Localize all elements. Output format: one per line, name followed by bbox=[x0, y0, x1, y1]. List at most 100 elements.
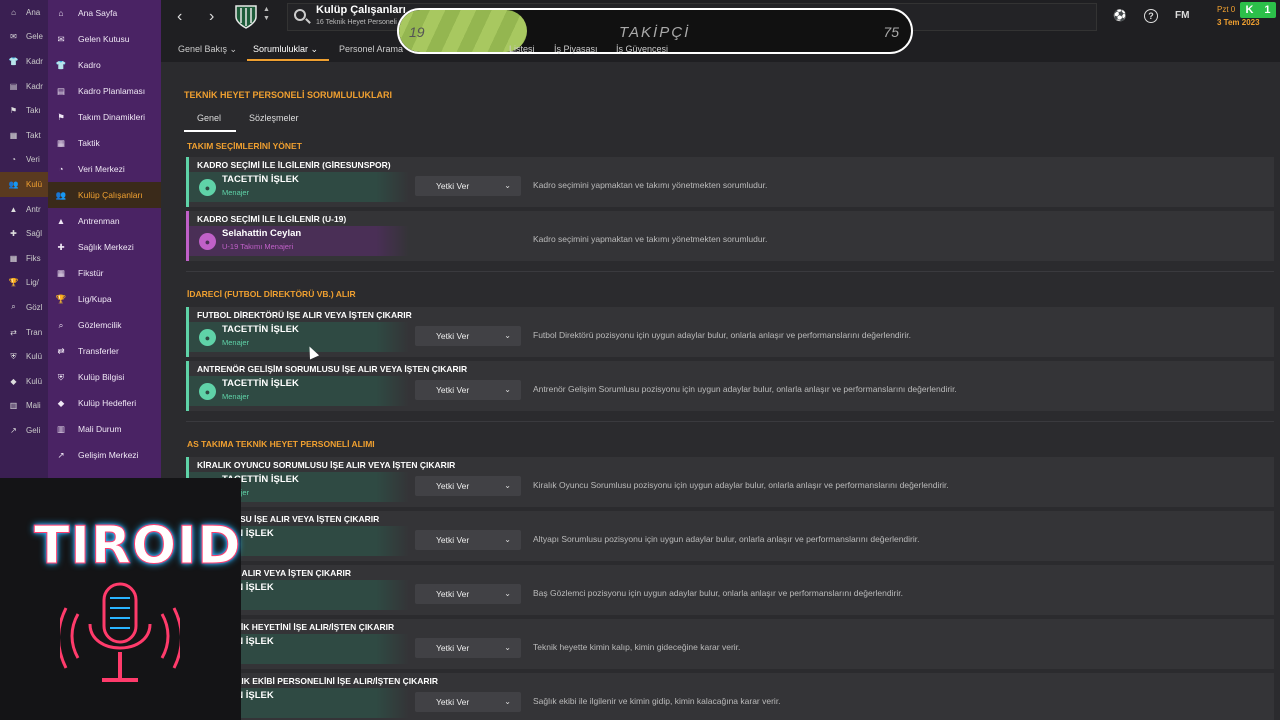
delegate-dropdown[interactable]: Yetki Ver ⌄ bbox=[415, 692, 521, 712]
strip-item[interactable]: ▥ Mali bbox=[0, 394, 48, 419]
staff-role: Menajer bbox=[222, 338, 250, 347]
responsibility-row[interactable]: LEMCİ İŞE ALIR VEYA İŞTEN ÇIKARIR●TTİN İ… bbox=[186, 565, 1280, 615]
row-description: Sağlık ekibi ile ilgilenir ve kimin gidi… bbox=[533, 696, 781, 706]
staff-chip[interactable]: ● TACETTİN İŞLEK Menajer bbox=[189, 376, 409, 406]
delegate-dropdown[interactable]: Yetki Ver ⌄ bbox=[415, 638, 521, 658]
delegate-dropdown[interactable]: Yetki Ver ⌄ bbox=[415, 584, 521, 604]
tab[interactable]: Sorumluluklar ⌄ bbox=[253, 44, 318, 55]
strip-item[interactable]: ✚ Sağl bbox=[0, 221, 48, 246]
sidebar-item[interactable]: ⌂ Ana Sayfa bbox=[48, 0, 161, 26]
back-button[interactable]: ‹ bbox=[177, 8, 182, 26]
tab[interactable]: İş Piyasası bbox=[554, 44, 598, 54]
sidebar-item[interactable]: ✉ Gelen Kutusu bbox=[48, 26, 161, 52]
microphone-icon bbox=[60, 582, 180, 682]
staff-name[interactable]: TACETTİN İŞLEK bbox=[222, 324, 299, 335]
responsibility-row[interactable]: KADRO SEÇİMİ İLE İLGİLENİR (GİRESUNSPOR)… bbox=[186, 157, 1280, 207]
subtab-genel[interactable]: Genel bbox=[197, 113, 221, 123]
tab[interactable]: Genel Bakış ⌄ bbox=[178, 44, 237, 55]
tab[interactable]: İş Güvencesi bbox=[616, 44, 668, 54]
delegate-dropdown[interactable]: Yetki Ver ⌄ bbox=[415, 380, 521, 400]
fm-logo[interactable]: FM bbox=[1175, 10, 1189, 21]
delegate-dropdown[interactable]: Yetki Ver ⌄ bbox=[415, 176, 521, 196]
strip-item[interactable]: 👕 Kadr bbox=[0, 49, 48, 74]
club-crest-icon[interactable] bbox=[233, 3, 259, 29]
sidebar-item[interactable]: 👥 Kulüp Çalışanları bbox=[48, 182, 161, 208]
training-icon: ▲ bbox=[56, 216, 66, 226]
strip-item[interactable]: ⇄ Tran bbox=[0, 320, 48, 345]
staff-chip[interactable]: ● TACETTİN İŞLEK Menajer bbox=[189, 172, 409, 202]
strip-item[interactable]: 👥 Kulü bbox=[0, 172, 48, 197]
sidebar-item-label: Kulüp Çalışanları bbox=[78, 190, 143, 200]
strip-item[interactable]: ▲ Antr bbox=[0, 197, 48, 222]
sidebar-item[interactable]: ▤ Kadro Planlaması bbox=[48, 78, 161, 104]
sidebar-item[interactable]: ✚ Sağlık Merkezi bbox=[48, 234, 161, 260]
row-title: KADRO SEÇİMİ İLE İLGİLENİR (GİRESUNSPOR) bbox=[197, 160, 391, 170]
delegate-dropdown[interactable]: Yetki Ver ⌄ bbox=[415, 326, 521, 346]
staff-chip[interactable]: ● TACETTİN İŞLEK Menajer bbox=[189, 322, 409, 352]
strip-item[interactable]: ▤ Kadr bbox=[0, 74, 48, 99]
sidebar-item[interactable]: ◆ Kulüp Hedefleri bbox=[48, 390, 161, 416]
sidebar-item[interactable]: ⚑ Takım Dinamikleri bbox=[48, 104, 161, 130]
sidebar-item[interactable]: ▦ Taktik bbox=[48, 130, 161, 156]
continue-badge[interactable]: K 1 bbox=[1240, 2, 1276, 18]
sidebar-item[interactable]: ⇄ Transferler bbox=[48, 338, 161, 364]
help-icon[interactable]: ? bbox=[1144, 9, 1158, 23]
strip-item[interactable]: ⌂ Ana bbox=[0, 0, 48, 25]
search-icon[interactable] bbox=[294, 9, 306, 21]
person-icon: ● bbox=[199, 179, 216, 196]
dropdown-label: Yetki Ver bbox=[436, 181, 470, 191]
strip-item[interactable]: ◔ Veri bbox=[0, 148, 48, 173]
finance-icon: ▥ bbox=[56, 423, 66, 434]
group-title: AS TAKIMA TEKNİK HEYET PERSONELİ ALIMI bbox=[187, 439, 375, 449]
sidebar-item[interactable]: 🏆 Lig/Kupa bbox=[48, 286, 161, 312]
subtab-sozlesmeler[interactable]: Sözleşmeler bbox=[249, 113, 299, 123]
responsibility-row[interactable]: POR TEKNİK HEYETİNİ İŞE ALIR/İŞTEN ÇIKAR… bbox=[186, 619, 1280, 669]
responsibility-row[interactable]: FUTBOL DİREKTÖRÜ İŞE ALIR VEYA İŞTEN ÇIK… bbox=[186, 307, 1280, 357]
sidebar-item[interactable]: ▦ Fikstür bbox=[48, 260, 161, 286]
sidebar-item[interactable]: ⛨ Kulüp Bilgisi bbox=[48, 364, 161, 390]
sidebar-item[interactable]: 👕 Kadro bbox=[48, 52, 161, 78]
current-date[interactable]: 3 Tem 2023 bbox=[1217, 18, 1260, 27]
strip-item[interactable]: ⛨ Kulü bbox=[0, 344, 48, 369]
forward-button[interactable]: › bbox=[209, 8, 214, 26]
responsibility-row[interactable]: ANTRENÖR GELİŞİM SORUMLUSU İŞE ALIR VEYA… bbox=[186, 361, 1280, 411]
row-description: Altyapı Sorumlusu pozisyonu için uygun a… bbox=[533, 534, 920, 544]
strip-item[interactable]: ⚑ Takı bbox=[0, 98, 48, 123]
responsibility-row[interactable]: POR SAĞLIK EKİBİ PERSONELİNİ İŞE ALIR/İŞ… bbox=[186, 673, 1280, 720]
tab[interactable]: Personel Arama bbox=[339, 44, 403, 54]
row-description: Kiralık Oyuncu Sorumlusu pozisyonu için … bbox=[533, 480, 949, 490]
sidebar-item[interactable]: ⌕ Gözlemcilik bbox=[48, 312, 161, 338]
strip-item[interactable]: ✉ Gele bbox=[0, 25, 48, 50]
dynamics-icon: ⚑ bbox=[9, 106, 18, 116]
strip-item[interactable]: 🏆 Lig/ bbox=[0, 271, 48, 296]
club-switch-arrows[interactable]: ▲ ▼ bbox=[263, 5, 270, 23]
club-info-icon: ⛨ bbox=[10, 351, 17, 361]
tab[interactable]: Listesi bbox=[509, 44, 535, 54]
ball-icon[interactable]: ⚽ bbox=[1113, 9, 1127, 22]
delegate-dropdown[interactable]: Yetki Ver ⌄ bbox=[415, 476, 521, 496]
staff-name[interactable]: TACETTİN İŞLEK bbox=[222, 174, 299, 185]
responsibility-row[interactable]: SORUMLUSU İŞE ALIR VEYA İŞTEN ÇIKARIR●TT… bbox=[186, 511, 1280, 561]
training-icon: ▲ bbox=[9, 204, 18, 214]
staff-name[interactable]: TACETTİN İŞLEK bbox=[222, 378, 299, 389]
strip-item-label: Tran bbox=[26, 327, 43, 337]
strip-item[interactable]: ◆ Kulü bbox=[0, 369, 48, 394]
squad-plan-icon: ▤ bbox=[56, 85, 66, 96]
strip-item[interactable]: ▦ Fiks bbox=[0, 246, 48, 271]
responsibility-row[interactable]: KADRO SEÇİMİ İLE İLGİLENİR (U-19) ● Selaha… bbox=[186, 211, 1280, 261]
scrollbar[interactable] bbox=[1274, 62, 1280, 720]
delegate-dropdown[interactable]: Yetki Ver ⌄ bbox=[415, 530, 521, 550]
strip-item[interactable]: ↗ Geli bbox=[0, 418, 48, 443]
person-icon: ● bbox=[199, 329, 216, 346]
sidebar-item-label: Mali Durum bbox=[78, 424, 122, 434]
sidebar-item[interactable]: ▥ Mali Durum bbox=[48, 416, 161, 442]
strip-item-label: Antr bbox=[26, 204, 41, 214]
staff-chip[interactable]: ● Selahattin Ceylan U-19 Takımı Menajeri bbox=[189, 226, 409, 256]
sidebar-item[interactable]: ▲ Antrenman bbox=[48, 208, 161, 234]
responsibility-row[interactable]: KİRALIK OYUNCU SORUMLUSU İŞE ALIR VEYA İ… bbox=[186, 457, 1280, 507]
strip-item[interactable]: ⌕ Gözl bbox=[0, 295, 48, 320]
sidebar-item[interactable]: ↗ Gelişim Merkezi bbox=[48, 442, 161, 468]
staff-name[interactable]: Selahattin Ceylan bbox=[222, 228, 301, 239]
strip-item[interactable]: ▦ Takt bbox=[0, 123, 48, 148]
sidebar-item[interactable]: ◔ Veri Merkezi bbox=[48, 156, 161, 182]
